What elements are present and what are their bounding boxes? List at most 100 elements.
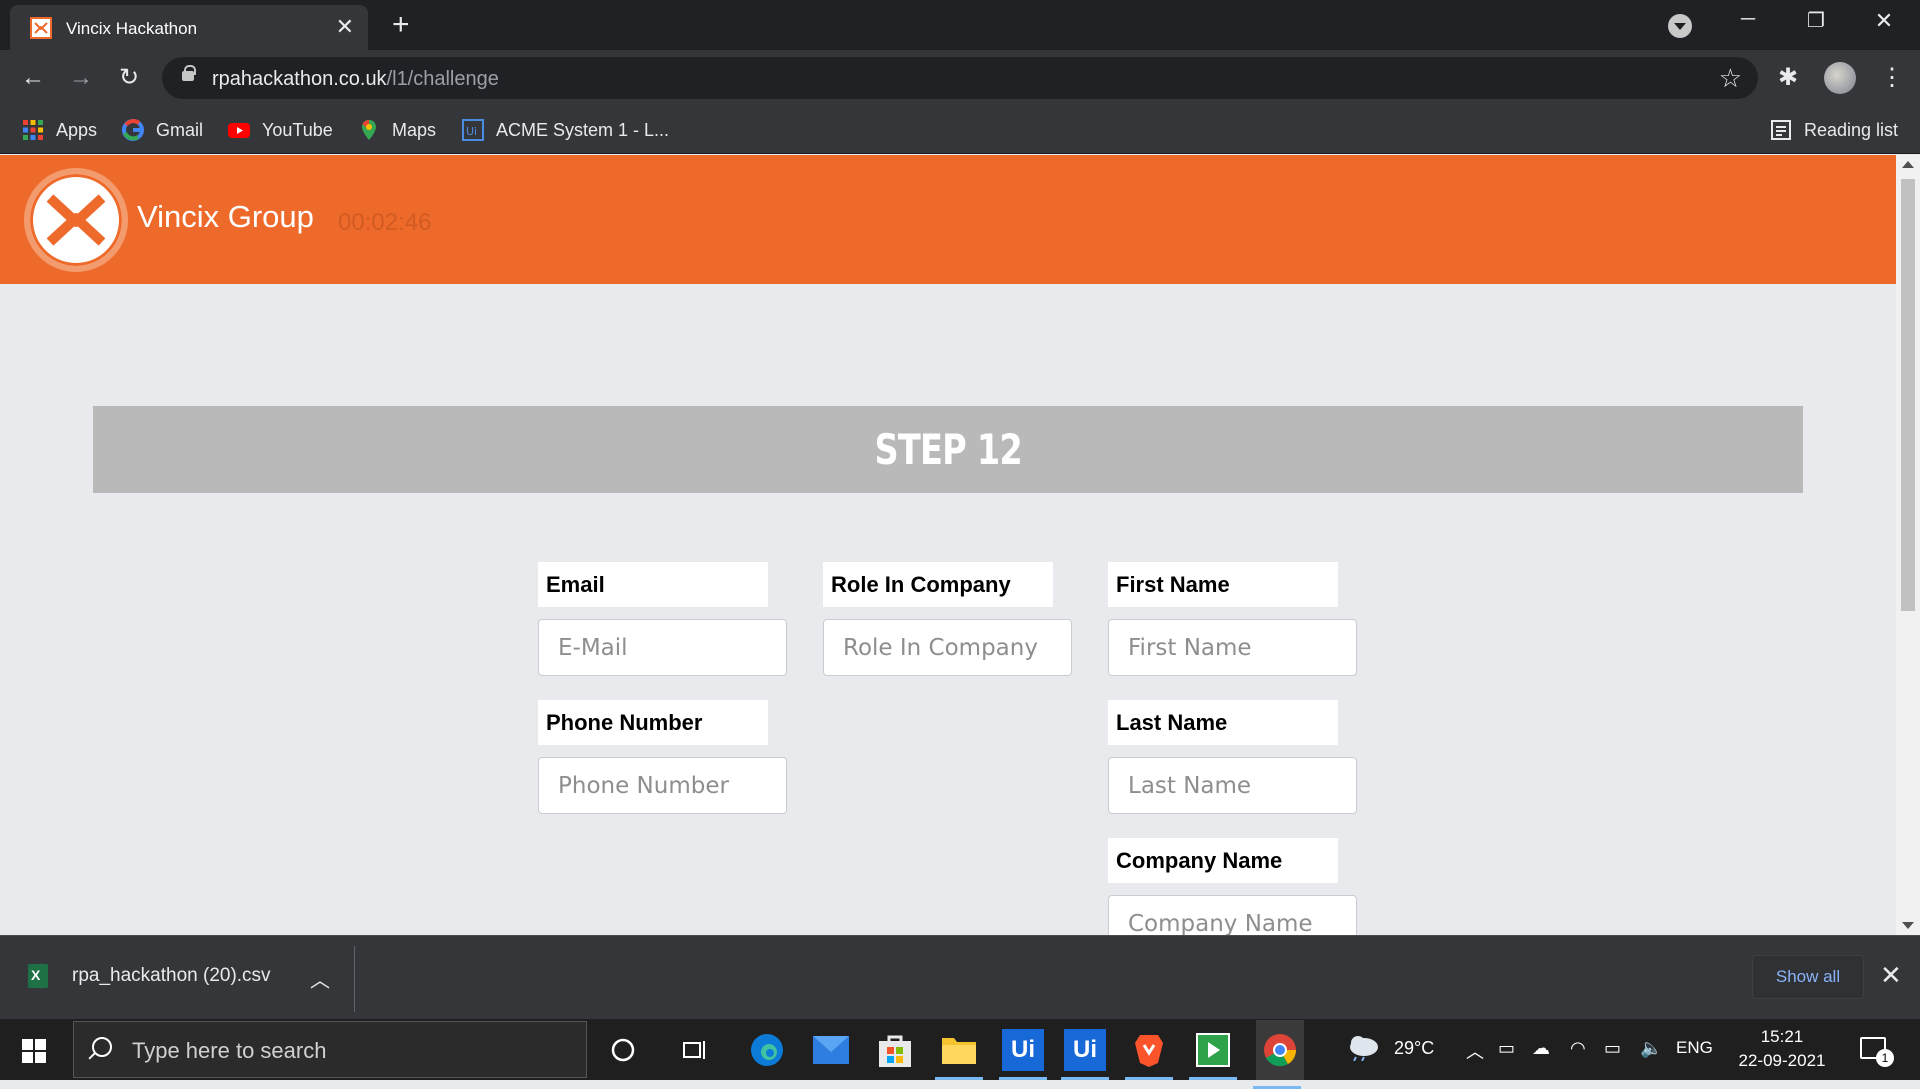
browser-tab[interactable]: Vincix Hackathon ✕: [10, 5, 368, 50]
bookmark-gmail[interactable]: Gmail: [122, 116, 203, 144]
browser-tab-strip: Vincix Hackathon ✕ + ─ ❐ ✕: [0, 0, 1920, 50]
google-icon: [122, 119, 144, 141]
first-name-label: First Name: [1108, 562, 1338, 607]
bookmark-label: Apps: [56, 119, 98, 140]
chevron-up-tray-icon[interactable]: ︿: [1466, 1038, 1484, 1064]
youtube-icon: [228, 119, 250, 141]
lock-icon[interactable]: [182, 65, 196, 81]
step-banner: STEP 12: [93, 406, 1803, 493]
bookmark-label: Gmail: [156, 119, 204, 140]
forward-icon[interactable]: →: [66, 64, 96, 92]
role-label: Role In Company: [823, 562, 1053, 607]
challenge-timer: 00:02:46: [338, 209, 432, 236]
system-clock[interactable]: 15:21 22-09-2021: [1720, 1025, 1844, 1073]
bookmarks-bar: Apps Gmail YouTube Maps Ui ACME System 1…: [0, 106, 1920, 154]
minimize-icon[interactable]: ─: [1728, 8, 1768, 31]
volume-icon[interactable]: 🔈: [1640, 1038, 1662, 1059]
tab-search-icon[interactable]: [1668, 14, 1692, 38]
close-shelf-icon[interactable]: ✕: [1880, 960, 1902, 991]
phone-field[interactable]: [538, 757, 787, 814]
phone-label: Phone Number: [538, 700, 768, 745]
profile-avatar[interactable]: [1824, 62, 1856, 94]
weather-temperature[interactable]: 29°C: [1394, 1038, 1434, 1059]
notification-icon[interactable]: 1: [1860, 1037, 1894, 1067]
search-icon: [92, 1037, 112, 1057]
page-scrollbar[interactable]: [1896, 155, 1920, 935]
reload-icon[interactable]: ↻: [114, 64, 144, 92]
media-player-icon[interactable]: [1189, 1029, 1237, 1080]
svg-text:Ui: Ui: [466, 125, 477, 138]
challenge-page: STEP 12 Email Role In Company First Name…: [0, 284, 1896, 935]
chrome-icon[interactable]: [1253, 1020, 1304, 1089]
download-shelf: rpa_hackathon (20).csv ︿ Show all ✕: [0, 935, 1920, 1019]
last-name-field[interactable]: [1108, 757, 1357, 814]
bookmark-apps[interactable]: Apps: [22, 116, 97, 144]
search-placeholder: Type here to search: [132, 1038, 327, 1063]
uipath-studio-icon[interactable]: Ui: [999, 1029, 1047, 1080]
bookmark-label: ACME System 1 - L...: [496, 119, 670, 140]
weather-cloud-icon[interactable]: [1346, 1033, 1382, 1066]
reading-list-icon: [1770, 119, 1792, 141]
browser-toolbar: ← → ↻ rpahackathon.co.uk/l1/challenge ☆ …: [0, 50, 1920, 106]
window-close-icon[interactable]: ✕: [1864, 8, 1904, 34]
bookmark-acme-system[interactable]: Ui ACME System 1 - L...: [462, 116, 669, 144]
taskbar-search-box[interactable]: Type here to search: [73, 1021, 587, 1078]
bookmark-maps[interactable]: Maps: [358, 116, 436, 144]
task-view-icon[interactable]: [674, 1029, 716, 1071]
chevron-up-icon[interactable]: ︿: [310, 964, 330, 993]
vincix-favicon-icon: [30, 17, 52, 39]
clock-date: 22-09-2021: [1738, 1051, 1826, 1070]
windows-start-icon[interactable]: [22, 1039, 46, 1063]
bookmark-star-icon[interactable]: ☆: [1719, 63, 1742, 94]
url-host: rpahackathon.co.uk: [212, 68, 387, 90]
role-field[interactable]: [823, 619, 1072, 676]
scrollbar-thumb[interactable]: [1901, 179, 1915, 611]
back-icon[interactable]: ←: [18, 64, 48, 92]
apps-grid-icon: [22, 119, 44, 141]
company-field[interactable]: [1108, 895, 1357, 935]
show-all-button[interactable]: Show all: [1752, 955, 1864, 999]
new-tab-button[interactable]: +: [392, 7, 410, 43]
windows-taskbar: Type here to search Ui Ui 29°C ︿ ▭ ☁ ◠ ▭…: [0, 1019, 1920, 1089]
excel-file-icon: [28, 964, 48, 988]
maps-pin-icon: [358, 119, 380, 141]
download-item[interactable]: rpa_hackathon (20).csv: [28, 964, 271, 988]
reading-list-button[interactable]: Reading list: [1770, 116, 1898, 144]
email-field[interactable]: [538, 619, 787, 676]
scroll-down-icon[interactable]: [1902, 922, 1914, 929]
extensions-puzzle-icon[interactable]: ✱: [1778, 64, 1798, 92]
bookmark-label: YouTube: [262, 119, 333, 140]
last-name-label: Last Name: [1108, 700, 1338, 745]
download-filename: rpa_hackathon (20).csv: [72, 965, 271, 986]
reading-list-label: Reading list: [1804, 119, 1899, 140]
restore-icon[interactable]: ❐: [1796, 8, 1836, 33]
step-title: STEP 12: [874, 425, 1022, 474]
bookmark-label: Maps: [392, 119, 437, 140]
bookmark-youtube[interactable]: YouTube: [228, 116, 333, 144]
mail-icon[interactable]: [810, 1029, 852, 1071]
site-header: Vincix Group 00:02:46: [0, 155, 1896, 284]
menu-kebab-icon[interactable]: ⋮: [1880, 64, 1904, 92]
notification-count: 1: [1876, 1049, 1894, 1067]
meet-now-icon[interactable]: ▭: [1498, 1038, 1515, 1059]
clock-time: 15:21: [1760, 1027, 1804, 1046]
uipath-assistant-icon[interactable]: Ui: [1061, 1029, 1109, 1080]
language-indicator[interactable]: ENG: [1676, 1038, 1713, 1058]
company-label: Company Name: [1108, 838, 1338, 883]
cortana-icon[interactable]: [602, 1029, 644, 1071]
download-divider: [354, 946, 355, 1012]
store-icon[interactable]: [874, 1029, 916, 1071]
uipath-icon: Ui: [462, 119, 484, 141]
battery-icon[interactable]: ▭: [1604, 1038, 1621, 1059]
brave-browser-icon[interactable]: [1125, 1029, 1173, 1080]
onedrive-cloud-icon[interactable]: ☁: [1532, 1038, 1550, 1059]
edge-icon[interactable]: [746, 1029, 788, 1071]
file-explorer-icon[interactable]: [935, 1029, 983, 1080]
close-tab-icon[interactable]: ✕: [336, 15, 354, 39]
scroll-up-icon[interactable]: [1902, 161, 1914, 168]
wifi-icon[interactable]: ◠: [1570, 1038, 1586, 1059]
url-path: /l1/challenge: [386, 68, 499, 90]
first-name-field[interactable]: [1108, 619, 1357, 676]
address-bar[interactable]: rpahackathon.co.uk/l1/challenge ☆: [162, 57, 1758, 99]
url-text[interactable]: rpahackathon.co.uk/l1/challenge: [212, 68, 499, 91]
